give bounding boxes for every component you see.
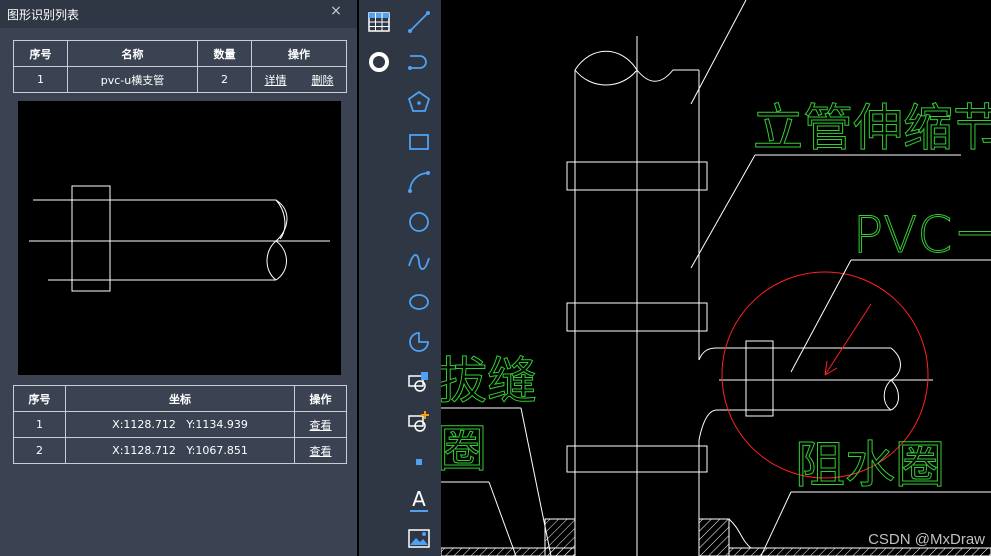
- label-seam: 拔缝: [441, 352, 537, 410]
- panel-header: 图形识别列表 ×: [0, 0, 357, 28]
- label-ring: 圈: [441, 420, 487, 478]
- close-icon[interactable]: ×: [328, 3, 344, 21]
- line-icon[interactable]: [405, 8, 433, 36]
- column-header: 名称: [67, 40, 198, 67]
- cad-canvas[interactable]: 立管伸缩节 PVC－ 拔缝 圈 阻水圈 CSDN @MxDraw: [441, 0, 991, 556]
- text-tool-glyph: A: [412, 487, 426, 511]
- coords-table: 序号 坐标 操作 1 X:1128.712 Y:1134.939 查看 2 X:…: [13, 385, 347, 464]
- delete-link[interactable]: 删除: [312, 74, 334, 87]
- polyline-icon[interactable]: [405, 48, 433, 76]
- column-header: 数量: [197, 40, 252, 67]
- spline-icon[interactable]: [405, 248, 433, 276]
- polygon-icon[interactable]: [405, 88, 433, 116]
- row-index: 1: [13, 411, 66, 438]
- shape-name: pvc-u横支管: [67, 66, 198, 93]
- cad-drawing: 立管伸缩节 PVC－ 拔缝 圈 阻水圈: [441, 0, 991, 556]
- column-header: 序号: [13, 385, 66, 412]
- shape-count: 2: [197, 66, 252, 93]
- row-index: 1: [13, 66, 68, 93]
- preview-drawing: [29, 185, 330, 292]
- view-link[interactable]: 查看: [294, 411, 347, 438]
- pie-icon[interactable]: [405, 328, 433, 356]
- table-header-row: 序号 坐标 操作: [13, 385, 347, 412]
- column-header: 操作: [294, 385, 347, 412]
- view-link[interactable]: 查看: [294, 437, 347, 464]
- branch-pipe: [717, 340, 933, 417]
- panel-title: 图形识别列表: [7, 8, 80, 22]
- recognition-panel: 图形识别列表 × 序号 名称 数量 操作 1 pvc-u横支管 2 详情 删除: [0, 0, 357, 556]
- insert-block-icon[interactable]: [405, 368, 433, 396]
- column-header: 操作: [251, 40, 347, 67]
- ring-icon[interactable]: [365, 48, 393, 76]
- label-pvc: PVC－: [853, 206, 991, 264]
- image-icon[interactable]: [405, 524, 433, 552]
- rectangle-icon[interactable]: [405, 128, 433, 156]
- table-icon[interactable]: [365, 8, 393, 36]
- label-riser-expansion: 立管伸缩节: [753, 99, 991, 157]
- coordinate: X:1128.712 Y:1134.939: [65, 411, 295, 438]
- table-row: 1 pvc-u横支管 2 详情 删除: [13, 66, 347, 93]
- shapes-table: 序号 名称 数量 操作 1 pvc-u横支管 2 详情 删除: [13, 40, 347, 93]
- detail-link[interactable]: 详情: [265, 74, 287, 87]
- table-header-row: 序号 名称 数量 操作: [13, 40, 347, 67]
- coordinate: X:1128.712 Y:1067.851: [65, 437, 295, 464]
- table-row: 2 X:1128.712 Y:1067.851 查看: [13, 437, 347, 464]
- circle-icon[interactable]: [405, 208, 433, 236]
- label-water-stop: 阻水圈: [795, 436, 945, 494]
- row-actions: 详情 删除: [251, 66, 347, 93]
- column-header: 序号: [13, 40, 68, 67]
- ellipse-icon[interactable]: [405, 288, 433, 316]
- point-icon[interactable]: [405, 448, 433, 476]
- add-block-icon[interactable]: [405, 408, 433, 436]
- watermark: CSDN @MxDraw: [868, 531, 985, 548]
- row-index: 2: [13, 437, 66, 464]
- text-icon[interactable]: A: [405, 486, 433, 514]
- drawing-toolbar: A: [359, 0, 441, 556]
- table-row: 1 X:1128.712 Y:1134.939 查看: [13, 411, 347, 438]
- shape-preview: [18, 101, 341, 375]
- riser-pipe: [566, 36, 718, 556]
- arc-icon[interactable]: [405, 168, 433, 196]
- column-header: 坐标: [65, 385, 295, 412]
